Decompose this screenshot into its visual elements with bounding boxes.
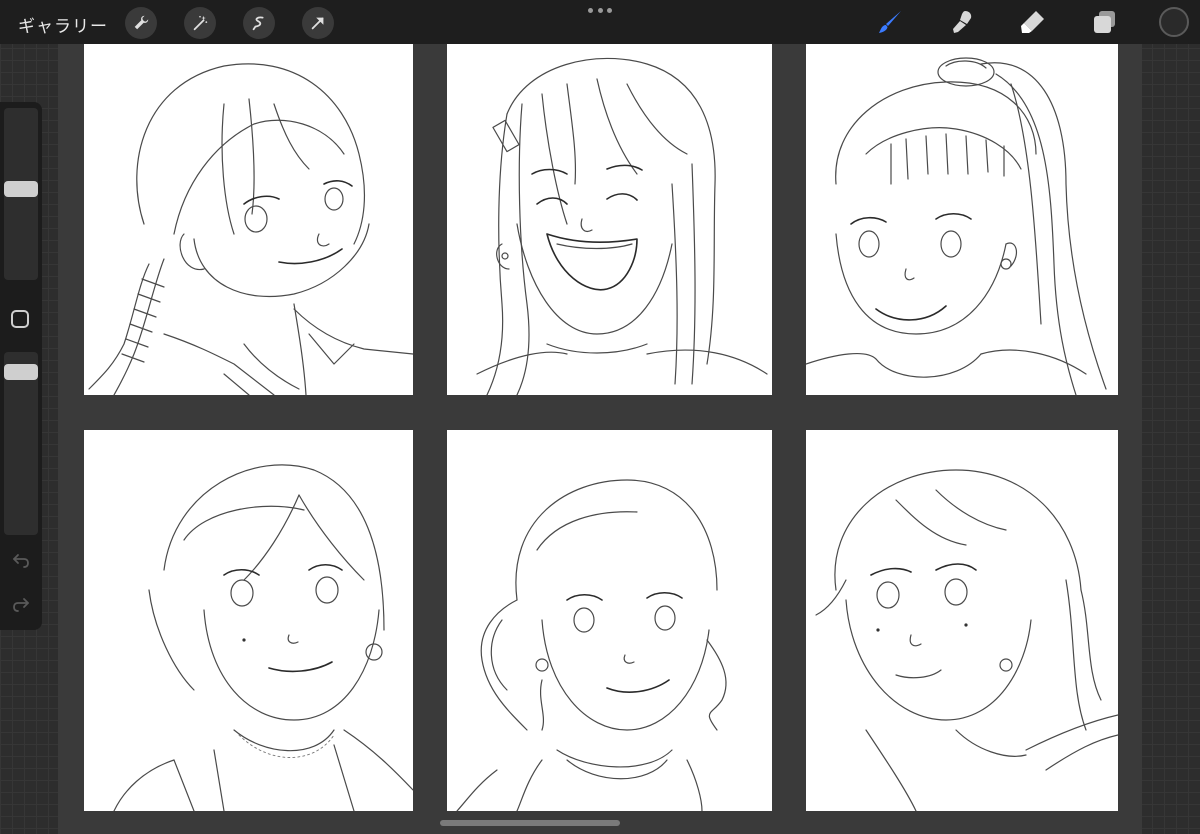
drawing-canvas[interactable] [58,44,1142,834]
redo-icon [13,598,29,612]
eraser-icon [1021,11,1044,33]
magic-wand-icon [193,15,208,31]
left-sidebar [0,102,42,630]
transform-arrow-icon [311,17,324,30]
color-picker-button[interactable] [1159,7,1189,37]
top-toolbar: ギャラリー [0,0,1200,44]
dot-icon [607,8,612,13]
selection-icon [252,16,264,31]
opacity-thumb[interactable] [4,364,38,380]
dot-icon [597,8,603,13]
modify-button[interactable] [11,310,29,328]
brush-size-thumb[interactable] [4,181,38,197]
smudge-tool-button[interactable] [948,8,976,36]
transform-button[interactable] [302,7,334,39]
wrench-icon [134,15,149,30]
undo-button[interactable] [11,550,31,570]
undo-icon [13,554,29,568]
portrait-panel-6 [806,430,1118,811]
smudge-icon [953,11,972,33]
procreate-screen: ギャラリー [0,0,1200,834]
eraser-tool-button[interactable] [1019,8,1047,36]
adjustments-button[interactable] [184,7,216,39]
brush-tool-button[interactable] [876,8,904,36]
brush-icon [879,11,901,33]
portrait-panel-3 [806,44,1118,395]
portrait-side-ponytail-drawing [456,479,727,811]
portrait-wavy-hair-drawing [815,469,1118,811]
actions-button[interactable] [125,7,157,39]
portrait-panel-4 [84,430,413,811]
gallery-button[interactable]: ギャラリー [18,12,108,37]
selection-button[interactable] [243,7,275,39]
portrait-short-hair-drawing [113,464,413,811]
dot-icon [588,8,593,13]
redo-button[interactable] [11,594,31,614]
portrait-ponytail-drawing [806,57,1107,395]
more-options-button[interactable] [588,8,612,16]
portrait-panel-1 [84,44,413,395]
portrait-panel-5 [447,430,772,811]
layers-button[interactable] [1091,8,1119,36]
portrait-braid-drawing [88,63,413,395]
canvas-scroll-indicator [440,820,620,826]
layers-icon [1094,11,1115,33]
portrait-long-hair-drawing [476,57,768,395]
portrait-panel-2 [447,44,772,395]
